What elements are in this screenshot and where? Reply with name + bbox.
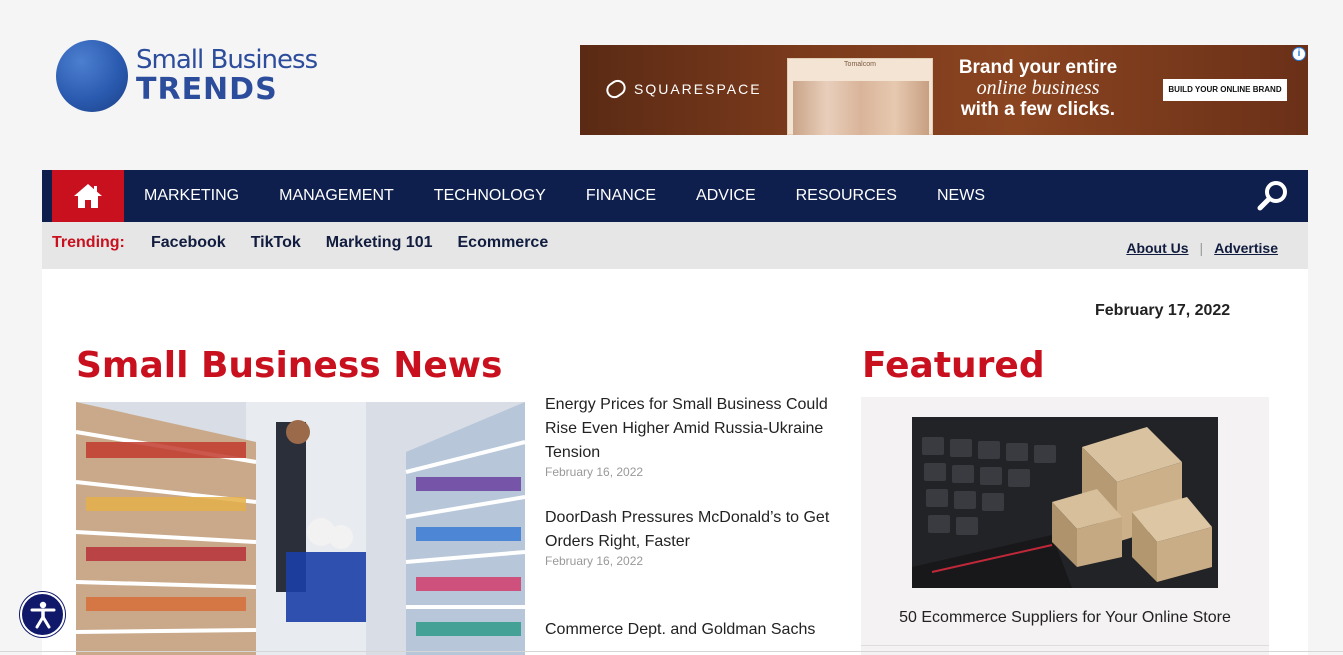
trending-link-facebook[interactable]: Facebook xyxy=(151,234,226,252)
main-nav: MARKETING MANAGEMENT TECHNOLOGY FINANCE … xyxy=(42,170,1308,222)
accessibility-icon xyxy=(30,601,55,628)
featured-section-title: Featured xyxy=(862,345,1045,386)
ad-website-preview: Tomalcom xyxy=(787,58,933,135)
page: Small Business TRENDS SQUARESPACE Tomalc… xyxy=(0,0,1343,655)
nav-item-news[interactable]: NEWS xyxy=(937,187,985,205)
news-list: Energy Prices for Small Business Could R… xyxy=(545,393,830,642)
page-bottom-border xyxy=(0,651,1343,652)
trending-label: Trending: xyxy=(52,234,125,251)
news-lead-image[interactable] xyxy=(76,402,525,655)
utility-links: About Us | Advertise xyxy=(1126,240,1278,256)
nav-item-finance[interactable]: FINANCE xyxy=(586,187,656,205)
squarespace-logo-icon xyxy=(603,76,629,102)
nav-menu: MARKETING MANAGEMENT TECHNOLOGY FINANCE … xyxy=(144,170,1025,222)
trending-links: Facebook TikTok Marketing 101 Ecommerce xyxy=(151,234,573,252)
featured-card[interactable]: 50 Ecommerce Suppliers for Your Online S… xyxy=(861,397,1269,655)
featured-caption[interactable]: 50 Ecommerce Suppliers for Your Online S… xyxy=(861,609,1269,627)
nav-item-marketing[interactable]: MARKETING xyxy=(144,187,239,205)
ad-info-icon[interactable]: i xyxy=(1292,47,1306,61)
ad-cta-button[interactable]: BUILD YOUR ONLINE BRAND xyxy=(1163,79,1287,101)
news-headline[interactable]: DoorDash Pressures McDonald’s to Get Ord… xyxy=(545,506,830,554)
banner-ad[interactable]: SQUARESPACE Tomalcom Brand your entire o… xyxy=(580,45,1308,135)
utility-separator: | xyxy=(1199,240,1204,256)
news-headline[interactable]: Commerce Dept. and Goldman Sachs xyxy=(545,618,830,642)
trending-link-marketing-101[interactable]: Marketing 101 xyxy=(326,234,433,252)
current-date: February 17, 2022 xyxy=(1095,302,1231,319)
news-date: February 16, 2022 xyxy=(545,465,644,479)
nav-item-technology[interactable]: TECHNOLOGY xyxy=(434,187,546,205)
trending-link-ecommerce[interactable]: Ecommerce xyxy=(458,234,549,252)
nav-item-management[interactable]: MANAGEMENT xyxy=(279,187,394,205)
featured-image[interactable] xyxy=(912,417,1218,588)
ad-headline: Brand your entire online business with a… xyxy=(958,57,1118,120)
nav-item-resources[interactable]: RESOURCES xyxy=(796,187,897,205)
logo-text: Small Business TRENDS xyxy=(136,45,318,107)
grocery-aisle-photo xyxy=(76,402,525,655)
logo-globe-icon xyxy=(56,40,128,112)
home-button[interactable] xyxy=(52,170,124,222)
home-icon xyxy=(74,184,102,208)
main-content: February 17, 2022 Small Business News En… xyxy=(42,269,1308,655)
logo-line-2: TRENDS xyxy=(136,72,278,107)
keyboard-boxes-photo xyxy=(912,417,1218,588)
ad-headline-line-2: online business xyxy=(976,77,1100,99)
news-headline[interactable]: Energy Prices for Small Business Could R… xyxy=(545,393,830,465)
nav-item-advice[interactable]: ADVICE xyxy=(696,187,756,205)
about-us-link[interactable]: About Us xyxy=(1126,240,1188,256)
featured-divider xyxy=(861,645,1269,646)
ad-headline-line-1: Brand your entire xyxy=(958,57,1118,78)
ad-brand: SQUARESPACE xyxy=(603,76,762,102)
accessibility-button[interactable] xyxy=(20,592,65,637)
news-item[interactable]: DoorDash Pressures McDonald’s to Get Ord… xyxy=(545,506,830,618)
news-date: February 16, 2022 xyxy=(545,554,644,568)
news-item[interactable]: Energy Prices for Small Business Could R… xyxy=(545,393,830,506)
advertise-link[interactable]: Advertise xyxy=(1214,240,1278,256)
news-section-title: Small Business News xyxy=(76,345,503,386)
ad-preview-photo xyxy=(793,81,929,135)
ad-headline-line-3: with a few clicks. xyxy=(960,99,1116,120)
trending-bar: Trending: Facebook TikTok Marketing 101 … xyxy=(42,222,1308,269)
trending-link-tiktok[interactable]: TikTok xyxy=(251,234,301,252)
ad-preview-header: Tomalcom xyxy=(844,61,876,68)
search-icon[interactable] xyxy=(1256,179,1290,213)
logo-line-1: Small Business xyxy=(136,45,318,75)
ad-brand-name: SQUARESPACE xyxy=(634,81,762,97)
site-logo[interactable]: Small Business TRENDS xyxy=(56,40,318,112)
news-item[interactable]: Commerce Dept. and Goldman Sachs xyxy=(545,618,830,642)
